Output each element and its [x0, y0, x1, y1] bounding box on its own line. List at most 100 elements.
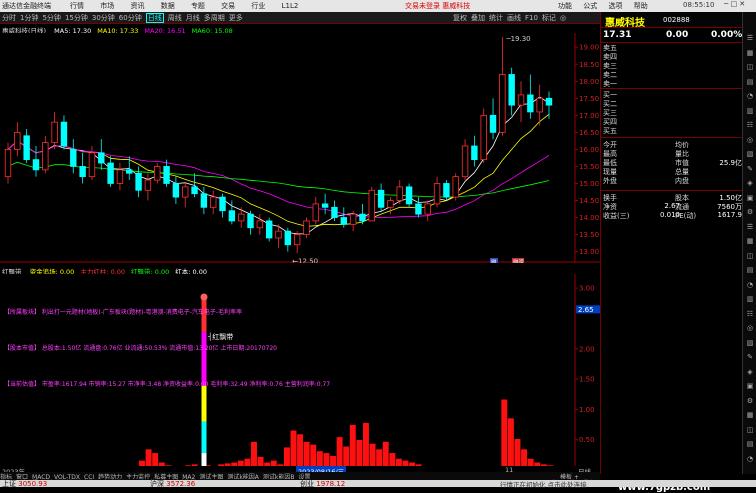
- sidebar-tool-icon[interactable]: ☰: [746, 34, 754, 42]
- sidebar-tool-icon[interactable]: ◔: [746, 281, 754, 289]
- stock-code: 002888: [663, 16, 690, 24]
- stat-row: 最低 市值 25.9亿: [603, 158, 742, 167]
- period-tab-2[interactable]: 5分钟: [42, 14, 60, 22]
- sidebar-tool-icon[interactable]: ▣: [746, 382, 754, 390]
- sidebar-tool-icon[interactable]: ◎: [746, 324, 754, 332]
- menu-item-options[interactable]: 选项: [608, 2, 622, 10]
- sidebar-tool-icon[interactable]: ▣: [746, 194, 754, 202]
- ask-row[interactable]: 卖三: [603, 61, 742, 70]
- ask-row[interactable]: 卖一: [603, 79, 742, 88]
- menu-item-formula[interactable]: 公式: [583, 2, 597, 10]
- menu-item-industry[interactable]: 行业: [251, 2, 265, 10]
- sidebar-tool-icon[interactable]: ◫: [746, 63, 754, 71]
- sidebar-tool-icon[interactable]: ☷: [746, 121, 754, 129]
- ask-row[interactable]: 卖二: [603, 70, 742, 79]
- clock: 08:55:10: [683, 1, 715, 9]
- indicator-y-tick-label: 1.50: [579, 376, 595, 384]
- sidebar-tool-icon[interactable]: ▥: [746, 295, 754, 303]
- period-tab-9[interactable]: 多周期: [204, 14, 225, 22]
- menu-item-market[interactable]: 行情: [70, 2, 84, 10]
- sidebar-tool-icon[interactable]: ◈: [746, 368, 754, 376]
- period-tab-0[interactable]: 分时: [2, 14, 16, 22]
- tool-button-3[interactable]: 画线: [507, 14, 521, 22]
- period-tab-5[interactable]: 60分钟: [119, 14, 142, 22]
- trade-login-status[interactable]: 交易未登录 惠威科技: [405, 1, 470, 11]
- main-menu: 行情 市场 资讯 数据 专题 交易 行业 L1L2: [70, 1, 312, 11]
- menu-item-topic[interactable]: 专题: [191, 2, 205, 10]
- window-controls[interactable]: ─ □ ✕: [724, 0, 745, 8]
- sidebar-tool-icon[interactable]: ▦: [746, 49, 754, 57]
- indicator-y-tick-label: 0.50: [579, 436, 595, 444]
- y-tick-label: 18.50: [579, 61, 599, 69]
- candlestick-chart[interactable]: 19.00 18.50 18.00 17.50 17.00 16.50 16.00 15.50…: [0, 33, 600, 263]
- candle: [405, 183, 413, 208]
- sidebar-tool-icon[interactable]: ▤: [746, 266, 754, 274]
- red-bar: [501, 399, 508, 470]
- chart-bg: [0, 33, 600, 263]
- sidebar-tool-icon[interactable]: ◫: [746, 426, 754, 434]
- menu-item-help[interactable]: 帮助: [634, 2, 648, 10]
- tool-button-5[interactable]: 标记: [542, 14, 556, 22]
- y-tick-label: 19.00: [579, 44, 599, 52]
- menu-item-news[interactable]: 资讯: [130, 2, 144, 10]
- sidebar-tool-icon[interactable]: ⚙: [746, 397, 754, 405]
- bid-row[interactable]: 买三: [603, 108, 742, 117]
- period-tab-6[interactable]: 日线: [145, 13, 164, 23]
- sidebar-tool-icon[interactable]: ▧: [746, 339, 754, 347]
- menu-item-data[interactable]: 数据: [161, 2, 175, 10]
- sidebar-tool-icon[interactable]: ☰: [746, 223, 754, 231]
- sidebar-tool-icon[interactable]: ✎: [746, 165, 754, 173]
- menu-item-l1l2[interactable]: L1L2: [282, 2, 299, 10]
- sidebar-tool-icon[interactable]: ▤: [746, 440, 754, 448]
- sidebar-tool-icon[interactable]: ✎: [746, 353, 754, 361]
- indicator-chart[interactable]: 3.00 2.65 2.00 1.50 1.00 0.50 ┤红飘带 【所属板块】 利出打一元…: [0, 274, 600, 472]
- stat-label: 内盘: [675, 177, 689, 185]
- y-tick-label: 17.50: [579, 95, 599, 103]
- tool-button-0[interactable]: 复权: [453, 14, 467, 22]
- candle: [265, 217, 273, 242]
- period-tab-10[interactable]: 更多: [229, 14, 243, 22]
- order-book: 卖五 卖四 卖三 卖二 卖一买一 买二 买三 买四 买五: [601, 43, 742, 135]
- stat-row: 现量 总量: [603, 167, 742, 176]
- menu-item-sector[interactable]: 市场: [100, 2, 114, 10]
- sidebar-tool-icon[interactable]: ⚙: [746, 208, 754, 216]
- period-tab-3[interactable]: 15分钟: [65, 14, 88, 22]
- current-value-label: 2.65: [578, 306, 594, 314]
- bid-row[interactable]: 买四: [603, 117, 742, 126]
- tool-button-6[interactable]: ◎: [560, 14, 566, 22]
- stat-row: 净资 2.67 流通 7560万: [603, 202, 742, 211]
- bid-row[interactable]: 买二: [603, 99, 742, 108]
- app-title: 通达信金融终端: [2, 2, 51, 10]
- sidebar-tool-icon[interactable]: ◈: [746, 179, 754, 187]
- period-tab-4[interactable]: 30分钟: [92, 14, 115, 22]
- fundamental-info-line: 【股本市值】 总股本:1.50亿 流通盘:0.76亿 业流通:50.53% 流通…: [4, 344, 277, 352]
- tool-button-2[interactable]: 统计: [489, 14, 503, 22]
- sidebar-tool-icon[interactable]: ▥: [746, 107, 754, 115]
- bid-row[interactable]: 买五: [603, 126, 742, 135]
- sidebar-tool-icon[interactable]: ◫: [746, 252, 754, 260]
- sidebar-tool-icon[interactable]: ▤: [746, 78, 754, 86]
- sidebar-tool-icon[interactable]: ◔: [746, 92, 754, 100]
- fundamental-info-line: 【所属板块】 利出打一元题材(地板)-广东板块(题材)-粤港澳-消费电子-汽车电…: [4, 308, 242, 316]
- red-bar: [363, 423, 369, 470]
- ask-row[interactable]: 卖四: [603, 52, 742, 61]
- menu-item-function[interactable]: 功能: [558, 2, 572, 10]
- period-tab-8[interactable]: 月线: [186, 14, 200, 22]
- sidebar-tool-icon[interactable]: ▦: [746, 237, 754, 245]
- candle: [480, 108, 487, 164]
- sidebar-tool-icon[interactable]: ☷: [746, 310, 754, 318]
- period-tab-1[interactable]: 1分钟: [20, 14, 38, 22]
- price-line: 17.31 0.00 0.00%: [601, 28, 742, 43]
- y-tick-label: 17.00: [579, 112, 599, 120]
- period-tab-7[interactable]: 周线: [168, 14, 182, 22]
- sidebar-tool-icon[interactable]: ◎: [746, 136, 754, 144]
- sidebar-tool-icon[interactable]: ◔: [746, 455, 754, 463]
- tool-button-1[interactable]: 叠加: [471, 14, 485, 22]
- sidebar-tool-icon[interactable]: ▧: [746, 150, 754, 158]
- tool-button-4[interactable]: F10: [525, 14, 538, 22]
- fundamental-info-line: 【当前估值】 市盈率:1617.94 市销率:15.27 市净率:3.48 净资…: [4, 380, 330, 388]
- ask-row[interactable]: 卖五: [603, 43, 742, 52]
- sidebar-tool-icon[interactable]: ▦: [746, 411, 754, 419]
- menu-item-trade[interactable]: 交易: [221, 2, 235, 10]
- bid-row[interactable]: 买一: [603, 90, 742, 99]
